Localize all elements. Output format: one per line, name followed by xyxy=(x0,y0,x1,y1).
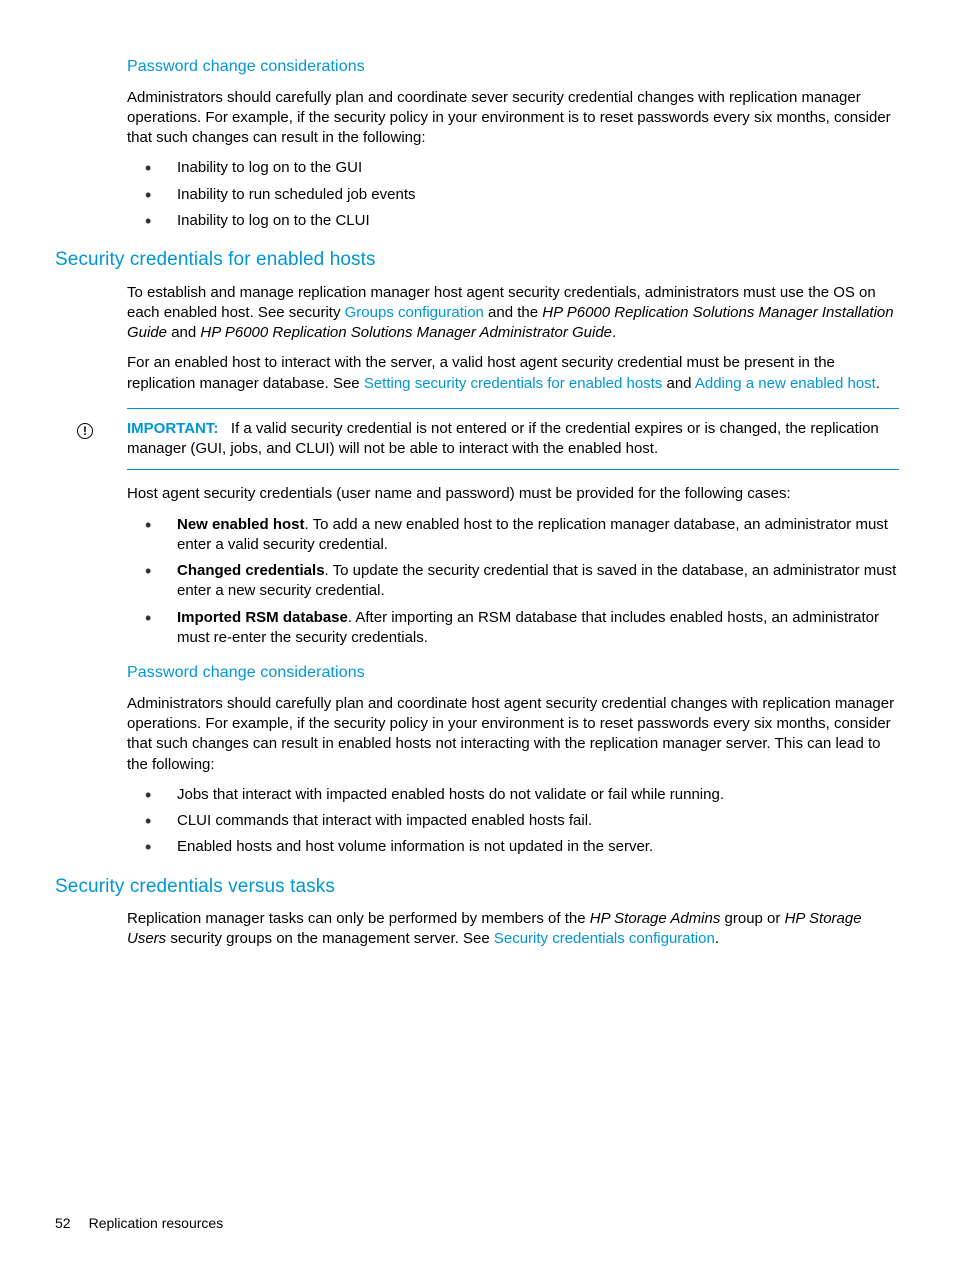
inability-list: Inability to log on to the GUI Inability… xyxy=(127,158,899,231)
security-credentials-tasks-heading: Security credentials versus tasks xyxy=(55,874,899,900)
security-para-3: Host agent security credentials (user na… xyxy=(127,484,899,504)
consequences-list: Jobs that interact with impacted enabled… xyxy=(127,785,899,858)
password-change-para-2: Administrators should carefully plan and… xyxy=(127,694,899,775)
important-label: IMPORTANT: xyxy=(127,420,218,437)
page-footer: 52 Replication resources xyxy=(55,1214,223,1233)
password-change-heading-1: Password change considerations xyxy=(127,56,899,78)
footer-title: Replication resources xyxy=(89,1215,224,1231)
list-item: Imported RSM database. After importing a… xyxy=(127,608,899,649)
list-item: CLUI commands that interact with impacte… xyxy=(127,811,899,831)
cases-list: New enabled host. To add a new enabled h… xyxy=(127,515,899,649)
important-note: IMPORTANT: If a valid security credentia… xyxy=(127,408,899,471)
list-item: Inability to log on to the GUI xyxy=(127,158,899,178)
password-change-heading-2: Password change considerations xyxy=(127,662,899,684)
adding-host-link[interactable]: Adding a new enabled host xyxy=(695,375,876,392)
security-para-2: For an enabled host to interact with the… xyxy=(127,353,899,394)
groups-config-link[interactable]: Groups configuration xyxy=(345,304,484,321)
list-item: New enabled host. To add a new enabled h… xyxy=(127,515,899,556)
important-text: If a valid security credential is not en… xyxy=(127,420,879,457)
list-item: Enabled hosts and host volume informatio… xyxy=(127,837,899,857)
list-item: Jobs that interact with impacted enabled… xyxy=(127,785,899,805)
password-change-para-1: Administrators should carefully plan and… xyxy=(127,88,899,149)
setting-security-link[interactable]: Setting security credentials for enabled… xyxy=(364,375,663,392)
security-credentials-hosts-heading: Security credentials for enabled hosts xyxy=(55,247,899,273)
list-item: Inability to log on to the CLUI xyxy=(127,211,899,231)
security-config-link[interactable]: Security credentials configuration xyxy=(494,930,715,947)
important-icon xyxy=(77,423,93,439)
list-item: Changed credentials. To update the secur… xyxy=(127,561,899,602)
list-item: Inability to run scheduled job events xyxy=(127,185,899,205)
tasks-para: Replication manager tasks can only be pe… xyxy=(127,909,899,950)
security-para-1: To establish and manage replication mana… xyxy=(127,283,899,344)
page-number: 52 xyxy=(55,1215,71,1231)
